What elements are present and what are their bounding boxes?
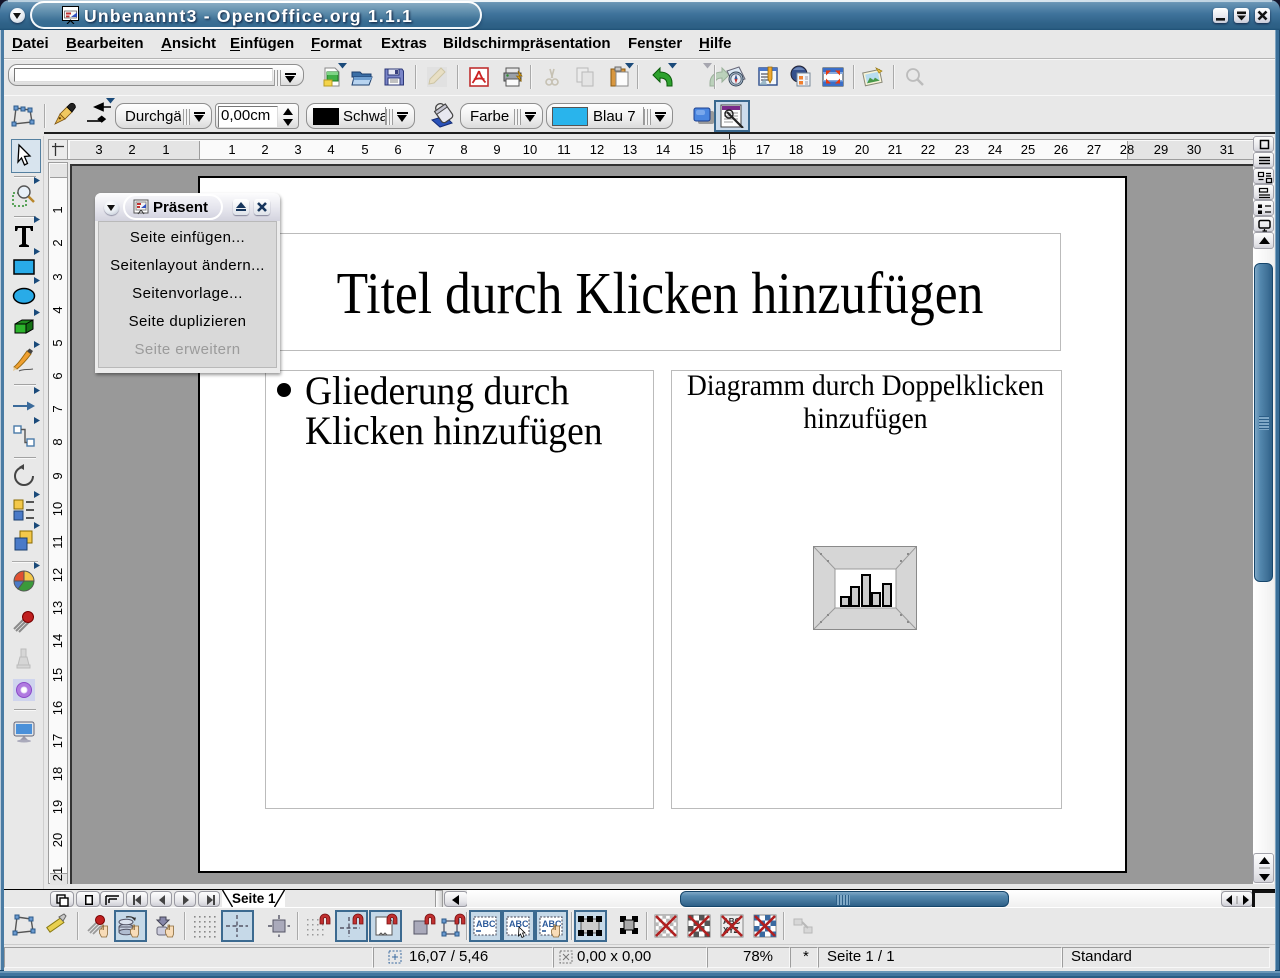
svg-text:ABC: ABC <box>476 919 496 929</box>
